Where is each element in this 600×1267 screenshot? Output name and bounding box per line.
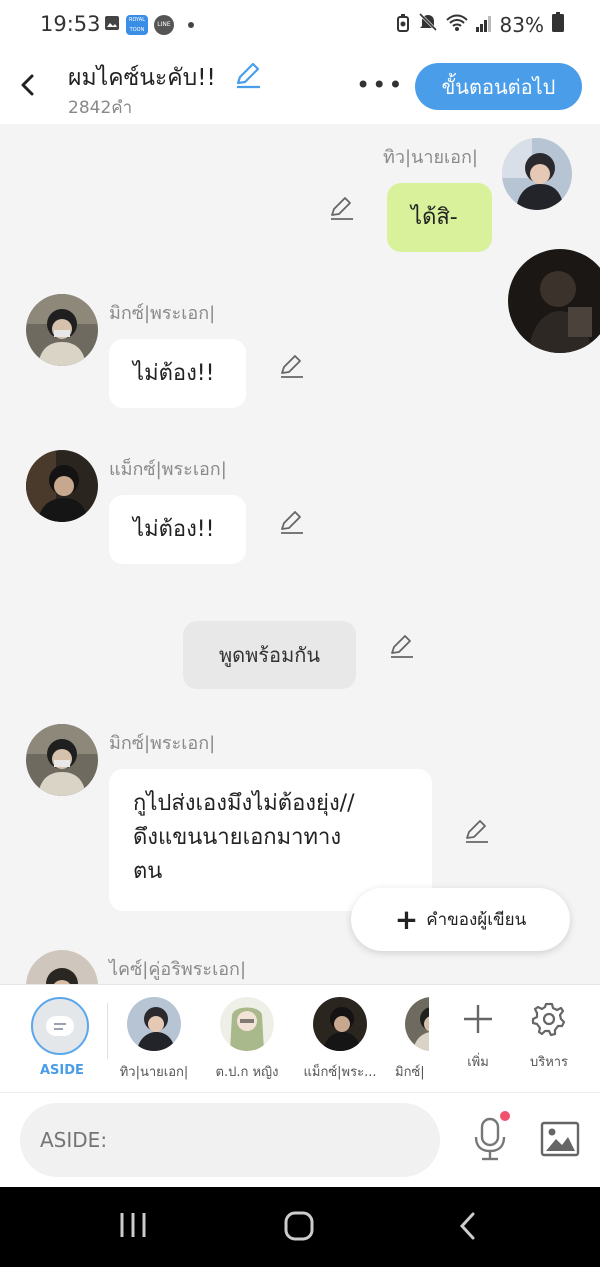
speaker-name: ไคซ์|คู่อริพระเอก| bbox=[109, 959, 247, 980]
character-max[interactable]: แม็กซ์|พระ... bbox=[298, 997, 382, 1082]
writer-note-label: คำของผู้เขียน bbox=[426, 910, 527, 930]
manage-label: บริหาร bbox=[529, 1055, 569, 1070]
mute-icon bbox=[418, 12, 438, 37]
divider bbox=[107, 1003, 108, 1059]
back-nav-icon[interactable] bbox=[456, 1211, 480, 1245]
character-label: มิกซ์| bbox=[395, 1065, 425, 1080]
status-right: 83% bbox=[396, 12, 564, 37]
add-character-button[interactable]: เพิ่ม bbox=[448, 999, 508, 1072]
system-nav-bar bbox=[0, 1187, 600, 1267]
gear-icon bbox=[519, 999, 579, 1039]
wifi-icon bbox=[445, 13, 468, 37]
notification-icons: ROYAL TOON LINE bbox=[104, 15, 194, 35]
recording-indicator-dot bbox=[500, 1111, 510, 1121]
character-mix[interactable]: มิกซ์| bbox=[391, 997, 429, 1082]
character-label: ทิว|นายเอก| bbox=[119, 1065, 189, 1080]
message-bubble[interactable]: ได้สิ- bbox=[387, 183, 492, 252]
next-step-button[interactable]: ขั้นตอนต่อไป bbox=[415, 63, 582, 110]
edit-message-pencil-icon[interactable] bbox=[278, 352, 306, 380]
message-bubble[interactable]: ไม่ต้อง!! bbox=[109, 339, 246, 408]
more-options-icon[interactable]: ••• bbox=[356, 73, 404, 97]
avatar-tiew[interactable] bbox=[502, 138, 572, 210]
status-time: 19:53 bbox=[40, 12, 101, 36]
battery-icon bbox=[552, 12, 564, 37]
character-tpk-female[interactable]: ต.ป.ก หญิง bbox=[205, 997, 289, 1082]
avatar-kaiz[interactable] bbox=[26, 950, 98, 984]
edit-message-pencil-icon[interactable] bbox=[388, 632, 416, 660]
recent-apps-icon[interactable] bbox=[118, 1211, 148, 1243]
character-selector-bar: ASIDE ทิว|นายเอก| ต.ป.ก หญิง แม็กซ์|พระ.… bbox=[0, 984, 600, 1092]
status-bar: 19:53 ROYAL TOON LINE 83% bbox=[0, 0, 600, 50]
avatar bbox=[313, 997, 367, 1051]
speaker-name: มิกซ์|พระเอก| bbox=[109, 303, 216, 324]
character-tiew[interactable]: ทิว|นายเอก| bbox=[112, 997, 196, 1082]
chat-area: ทิว|นายเอก| ได้สิ- มิกซ์|พระเอก| ไม่ต้อง… bbox=[0, 124, 600, 984]
image-attach-icon[interactable] bbox=[540, 1121, 580, 1157]
battery-saver-icon bbox=[396, 13, 410, 37]
avatar-max[interactable] bbox=[26, 450, 98, 522]
dot-icon bbox=[188, 22, 194, 28]
story-title: ผมไคซ์นะคับ!! bbox=[68, 65, 216, 91]
edit-message-pencil-icon[interactable] bbox=[463, 817, 491, 845]
aside-bubble-icon bbox=[46, 1016, 74, 1036]
edit-message-pencil-icon[interactable] bbox=[278, 508, 306, 536]
battery-percent: 83% bbox=[499, 12, 544, 37]
narration-bubble[interactable]: พูดพร้อมกัน bbox=[183, 621, 356, 689]
word-count: 2842คำ bbox=[68, 98, 133, 118]
avatar bbox=[220, 997, 274, 1051]
add-label: เพิ่ม bbox=[467, 1055, 489, 1070]
speaker-name: ทิว|นายเอก| bbox=[383, 147, 478, 168]
character-label: ต.ป.ก หญิง bbox=[215, 1065, 279, 1080]
signal-icon bbox=[475, 13, 492, 37]
line-app-icon: LINE bbox=[154, 15, 174, 35]
message-text: กูไปส่งเองมึงไม่ต้องยุ่ง// ดึงแขนนายเอกม… bbox=[133, 791, 355, 884]
character-label: แม็กซ์|พระ... bbox=[303, 1065, 377, 1080]
app-header: ผมไคซ์นะคับ!! 2842คำ ••• ขั้นตอนต่อไป bbox=[0, 50, 600, 124]
avatar-mix[interactable] bbox=[26, 294, 98, 366]
writer-note-button[interactable]: + คำของผู้เขียน bbox=[351, 888, 570, 951]
manage-characters-button[interactable]: บริหาร bbox=[519, 999, 579, 1072]
plus-icon bbox=[448, 999, 508, 1039]
speaker-name: มิกซ์|พระเอก| bbox=[109, 733, 216, 754]
message-input[interactable] bbox=[20, 1103, 440, 1177]
back-arrow-icon[interactable] bbox=[16, 70, 40, 100]
plus-icon: + bbox=[394, 902, 419, 936]
speaker-name: แม็กซ์|พระเอก| bbox=[109, 459, 227, 480]
aside-character-button[interactable] bbox=[31, 997, 89, 1055]
avatar-mix[interactable] bbox=[26, 724, 98, 796]
microphone-icon[interactable] bbox=[470, 1117, 510, 1161]
avatar bbox=[127, 997, 181, 1051]
aside-label: ASIDE bbox=[40, 1063, 84, 1078]
home-icon[interactable] bbox=[284, 1211, 314, 1245]
edit-message-pencil-icon[interactable] bbox=[328, 194, 356, 222]
webtoon-app-icon: ROYAL TOON bbox=[126, 15, 148, 35]
edit-title-pencil-icon[interactable] bbox=[233, 60, 263, 90]
message-input-row bbox=[0, 1092, 600, 1187]
gallery-icon bbox=[104, 15, 120, 35]
message-bubble[interactable]: ไม่ต้อง!! bbox=[109, 495, 246, 564]
avatar bbox=[405, 997, 429, 1051]
